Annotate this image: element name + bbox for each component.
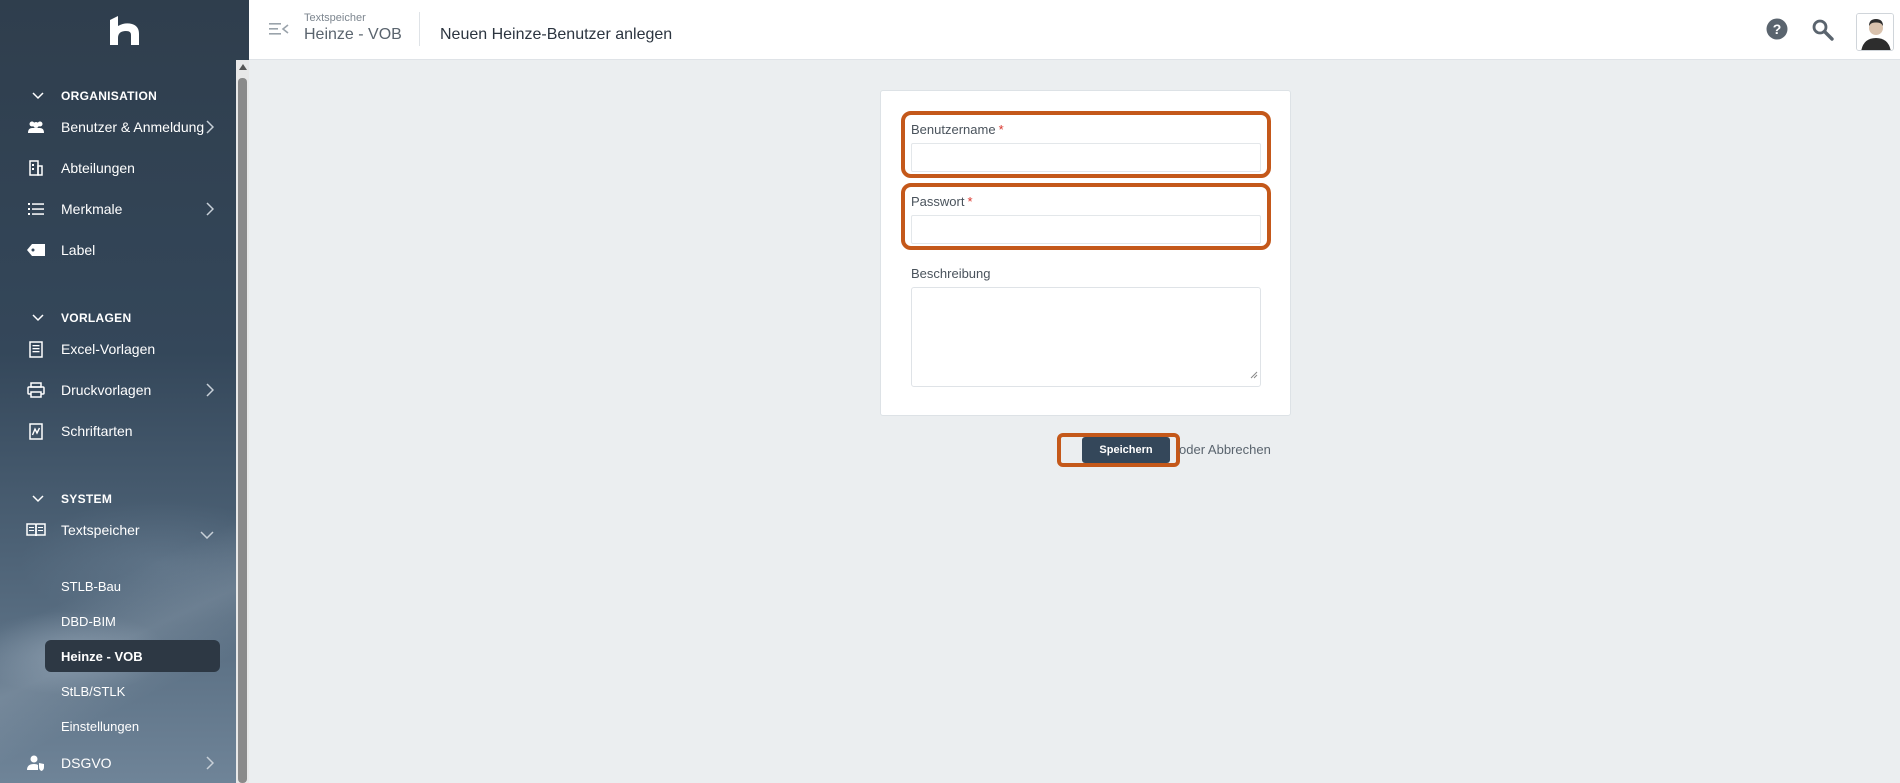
chevron-right-icon [206, 756, 215, 773]
section-header-vorlagen[interactable]: VORLAGEN [0, 308, 131, 328]
users-icon [26, 120, 46, 134]
sidebar-subitem-dbd-bim[interactable]: DBD-BIM [45, 605, 220, 637]
chevron-down-icon [28, 314, 48, 322]
password-label-text: Passwort [911, 194, 965, 209]
section-title: ORGANISATION [61, 89, 158, 103]
section-header-system[interactable]: SYSTEM [0, 489, 112, 509]
sidebar-item-label: Abteilungen [61, 160, 135, 176]
printer-icon [26, 382, 46, 398]
sidebar-item-druckvorlagen[interactable]: Druckvorlagen [0, 376, 232, 404]
chevron-right-icon [206, 202, 215, 219]
sidebar-subitem-label: StLB/STLK [61, 683, 126, 699]
sidebar-subitem-stlb-stlk[interactable]: StLB/STLK [45, 675, 220, 707]
description-label: Beschreibung [911, 266, 991, 281]
breadcrumb-current: Heinze - VOB [304, 26, 402, 43]
username-label-text: Benutzername [911, 122, 996, 137]
required-marker: * [967, 194, 973, 209]
username-label: Benutzername * [911, 122, 1004, 137]
description-textarea[interactable] [911, 287, 1261, 387]
app-logo-icon[interactable] [108, 14, 142, 46]
user-form-card: Benutzername * Passwort * Beschreibung [880, 90, 1291, 416]
scrollbar-thumb[interactable] [238, 78, 247, 783]
scroll-up-arrow-icon[interactable] [239, 64, 247, 70]
sidebar-item-schriftarten[interactable]: Schriftarten [0, 417, 232, 445]
sidebar-item-label-tags[interactable]: Label [0, 236, 232, 264]
book-icon [26, 523, 46, 537]
menu-collapse-icon[interactable] [269, 21, 289, 42]
section-title: VORLAGEN [61, 311, 132, 325]
save-button[interactable]: Speichern [1082, 437, 1170, 463]
sidebar-subitem-stlb-bau[interactable]: STLB-Bau [45, 570, 220, 602]
sidebar-item-label: DSGVO [61, 755, 112, 771]
password-label: Passwort * [911, 194, 973, 209]
sidebar-subitem-heinze-vob[interactable]: Heinze - VOB [45, 640, 220, 672]
sidebar-item-abteilungen[interactable]: Abteilungen [0, 154, 232, 182]
sidebar-item-benutzer-anmeldung[interactable]: Benutzer & Anmeldung [0, 113, 232, 141]
svg-text:?: ? [1773, 21, 1782, 37]
sidebar-item-textspeicher[interactable]: Textspeicher [0, 516, 232, 544]
top-bar: Textspeicher Heinze - VOB Neuen Heinze-B… [249, 0, 1900, 60]
tag-icon [26, 244, 46, 256]
sidebar-item-label: Benutzer & Anmeldung [61, 119, 205, 135]
sidebar-item-excel-vorlagen[interactable]: Excel-Vorlagen [0, 335, 232, 363]
sidebar-item-dsgvo[interactable]: DSGVO [0, 749, 232, 777]
sidebar-subitem-label: STLB-Bau [61, 578, 121, 594]
page-title: Neuen Heinze-Benutzer anlegen [440, 26, 673, 43]
section-title: SYSTEM [61, 492, 113, 506]
list-icon [26, 202, 46, 216]
user-avatar[interactable] [1856, 13, 1894, 51]
sidebar-item-label: Druckvorlagen [61, 382, 152, 398]
building-icon [26, 160, 46, 176]
document-icon [26, 340, 46, 358]
user-shield-icon [26, 755, 46, 771]
sidebar-subitem-label: Heinze - VOB [61, 648, 143, 664]
sidebar-item-label: Merkmale [61, 201, 123, 217]
sidebar-item-label: Excel-Vorlagen [61, 341, 156, 357]
sidebar-scrollbar[interactable] [236, 60, 249, 783]
search-icon[interactable] [1812, 19, 1834, 46]
password-input[interactable] [911, 215, 1261, 244]
chevron-right-icon [206, 120, 215, 137]
sidebar-item-merkmale[interactable]: Merkmale [0, 195, 232, 223]
sidebar-item-label: Label [61, 242, 96, 258]
font-file-icon [26, 422, 46, 440]
help-icon[interactable]: ? [1766, 18, 1788, 45]
chevron-right-icon [206, 383, 215, 400]
sidebar-subitem-label: Einstellungen [61, 718, 140, 734]
sidebar-subitem-label: DBD-BIM [61, 613, 116, 629]
sidebar-item-label: Schriftarten [61, 423, 133, 439]
username-input[interactable] [911, 143, 1261, 172]
cancel-link[interactable]: oder Abbrechen [1179, 442, 1271, 457]
chevron-down-icon [28, 92, 48, 100]
section-header-organisation[interactable]: ORGANISATION [0, 86, 157, 106]
chevron-down-icon [200, 526, 214, 542]
required-marker: * [998, 122, 1004, 137]
sidebar: ORGANISATION Benutzer & Anmeldung Abteil… [0, 0, 249, 783]
resize-grip-icon[interactable] [1250, 366, 1258, 384]
sidebar-item-label: Textspeicher [61, 522, 140, 538]
chevron-down-icon [28, 495, 48, 503]
header-divider [419, 12, 420, 46]
sidebar-subitem-einstellungen[interactable]: Einstellungen [45, 710, 220, 742]
breadcrumb-parent[interactable]: Textspeicher [304, 12, 366, 24]
